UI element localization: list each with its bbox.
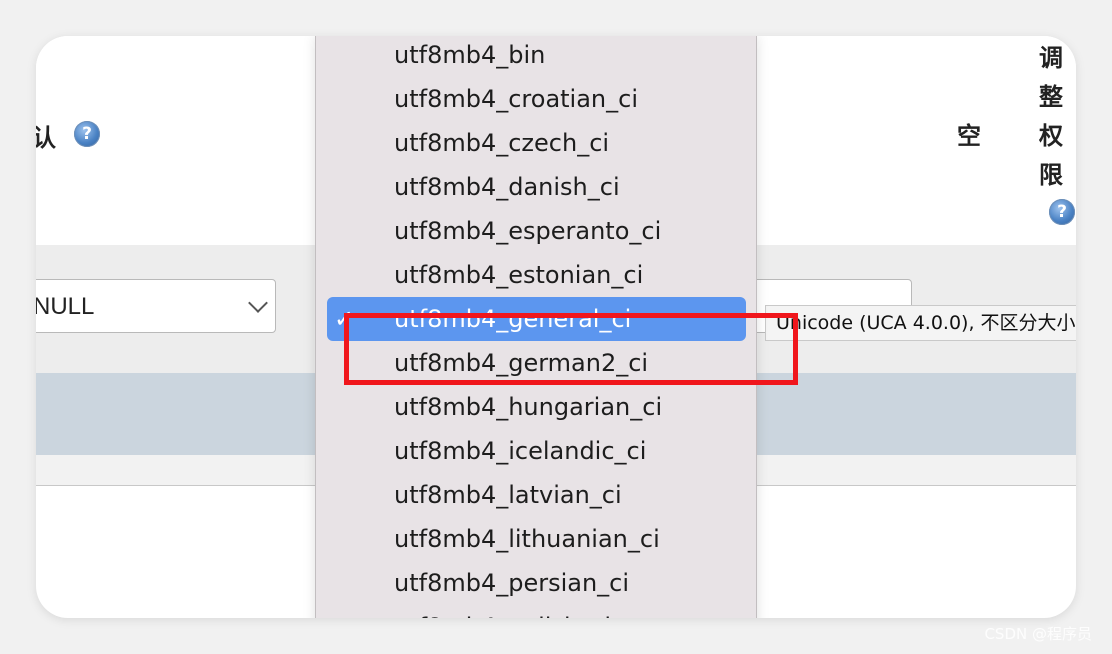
column-header-adjust-char-4: 限 xyxy=(1039,161,1063,189)
default-value-selected: NULL xyxy=(36,293,95,320)
collation-option-label: utf8mb4_persian_ci xyxy=(394,569,630,597)
collation-option-label: utf8mb4_general_ci xyxy=(394,305,632,333)
collation-option[interactable]: utf8mb4_lithuanian_ci xyxy=(316,517,756,561)
column-header-adjust-char-1: 调 xyxy=(1039,44,1063,72)
collation-option-label: utf8mb4_hungarian_ci xyxy=(394,393,663,421)
collation-option[interactable]: utf8mb4_polish_ci xyxy=(316,605,756,618)
default-value-select[interactable]: NULL xyxy=(36,279,276,333)
collation-tooltip: Unicode (UCA 4.0.0), 不区分大小写 xyxy=(765,305,1076,341)
collation-option[interactable]: utf8mb4_czech_ci xyxy=(316,121,756,165)
page-card: 认 ? 空 调 整 权 限 ? NULL Unicode (UCA 4.0.0)… xyxy=(36,36,1076,618)
collation-option[interactable]: utf8mb4_hungarian_ci xyxy=(316,385,756,429)
help-icon[interactable]: ? xyxy=(1049,199,1075,225)
collation-option-label: utf8mb4_czech_ci xyxy=(394,129,610,157)
collation-option-label: utf8mb4_estonian_ci xyxy=(394,261,644,289)
collation-option-label: utf8mb4_icelandic_ci xyxy=(394,437,647,465)
collation-option[interactable]: utf8mb4_icelandic_ci xyxy=(316,429,756,473)
collation-option[interactable]: utf8mb4_estonian_ci xyxy=(316,253,756,297)
collation-option-label: utf8mb4_german2_ci xyxy=(394,349,649,377)
help-icon[interactable]: ? xyxy=(74,121,100,147)
checkmark-icon: ✓ xyxy=(334,305,355,333)
column-header-adjust-char-2: 整 xyxy=(1039,83,1063,111)
collation-option[interactable]: utf8mb4_bin xyxy=(316,36,756,77)
chevron-down-icon xyxy=(248,293,268,313)
collation-dropdown-list[interactable]: utf8mb4_bin utf8mb4_croatian_ci utf8mb4_cz… xyxy=(315,36,757,618)
collation-option[interactable]: utf8mb4_croatian_ci xyxy=(316,77,756,121)
collation-option-selected[interactable]: ✓ utf8mb4_general_ci xyxy=(316,297,756,341)
collation-option[interactable]: utf8mb4_latvian_ci xyxy=(316,473,756,517)
column-header-adjust-char-3: 权 xyxy=(1039,122,1063,150)
collation-option-label: utf8mb4_latvian_ci xyxy=(394,481,622,509)
collation-option-label: utf8mb4_esperanto_ci xyxy=(394,217,662,245)
collation-option[interactable]: utf8mb4_esperanto_ci xyxy=(316,209,756,253)
collation-option[interactable]: utf8mb4_danish_ci xyxy=(316,165,756,209)
collation-option-label: utf8mb4_polish_ci xyxy=(394,605,611,618)
collation-option-label: utf8mb4_danish_ci xyxy=(394,173,620,201)
column-header-null: 空 xyxy=(957,122,981,150)
collation-option-label: utf8mb4_bin xyxy=(394,41,546,69)
collation-option[interactable]: utf8mb4_persian_ci xyxy=(316,561,756,605)
collation-option-label: utf8mb4_lithuanian_ci xyxy=(394,525,660,553)
collation-option-label: utf8mb4_croatian_ci xyxy=(394,85,639,113)
collation-option[interactable]: utf8mb4_german2_ci xyxy=(316,341,756,385)
watermark: CSDN @程序员 xyxy=(984,625,1092,643)
column-header-default-fragment: 认 xyxy=(36,124,56,152)
